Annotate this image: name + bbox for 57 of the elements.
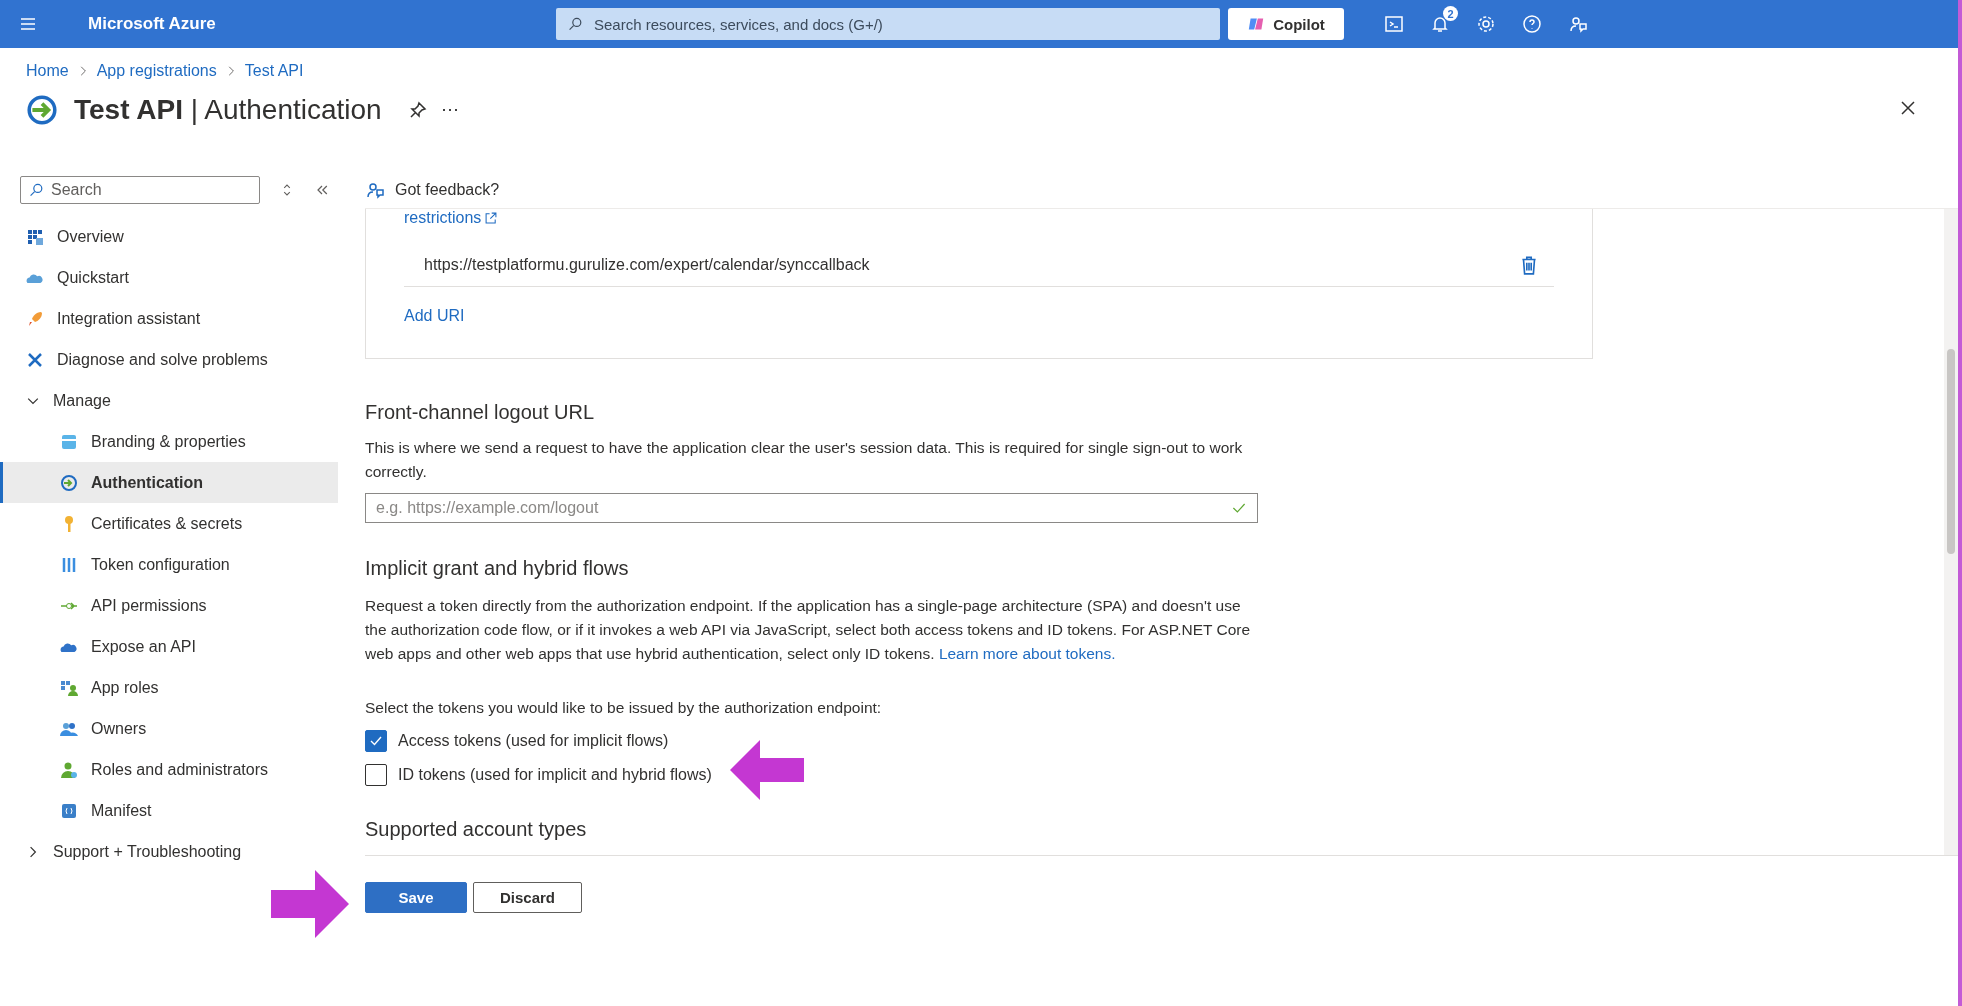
section-description: Request a token directly from the authorization endpoint. If the application has a single-page architecture (SPA) and doesn't use the authorization code flow, or if it invokes a web API via JavaScript, select both access tokens and ID tokens. For ASP.NET Core web apps and other web apps that use hybrid authentication, select only ID tokens. Learn more about tokens. — [365, 594, 1258, 666]
brand-name: Microsoft Azure — [88, 14, 217, 34]
checkbox-label: ID tokens (used for implicit and hybrid flows) — [398, 766, 712, 784]
nav-item[interactable]: API permissions — [0, 585, 338, 626]
terminal-icon — [1384, 14, 1404, 34]
feedback-icon — [365, 180, 385, 200]
nav-item[interactable]: Token configuration — [0, 544, 338, 585]
nav-item[interactable]: Owners — [0, 708, 338, 749]
section-heading: Implicit grant and hybrid flows — [365, 557, 630, 580]
checkbox[interactable] — [365, 764, 387, 786]
page-title: Test API | Authentication — [74, 94, 382, 126]
nav-group[interactable]: Manage — [0, 380, 338, 421]
nav-item[interactable]: Diagnose and solve problems — [0, 339, 338, 380]
logout-url-field[interactable]: e.g. https://example.com/logout — [365, 493, 1258, 523]
learn-more-link[interactable]: Learn more about tokens. — [938, 642, 1116, 666]
feedback-icon — [1568, 14, 1588, 34]
breadcrumb-link[interactable]: Test API — [244, 62, 304, 80]
sign-in-icon — [59, 472, 79, 493]
checkbox-label: Access tokens (used for implicit flows) — [398, 732, 669, 750]
nav-item[interactable]: Authentication — [0, 462, 338, 503]
settings-icon — [1476, 14, 1496, 34]
nav-item[interactable]: Manifest — [0, 790, 338, 831]
scrollbar[interactable] — [1944, 209, 1958, 855]
nav-item[interactable]: Certificates & secrets — [0, 503, 338, 544]
checkmark-icon — [369, 734, 383, 748]
sign-in-icon — [26, 94, 58, 126]
nav-item[interactable]: App roles — [0, 667, 338, 708]
nav-item[interactable]: Branding & properties — [0, 421, 338, 462]
restrictions-link[interactable]: restrictions — [404, 209, 499, 227]
copilot-button[interactable]: Copilot — [1228, 8, 1344, 40]
search-field[interactable]: Search — [20, 176, 260, 204]
breadcrumb-link[interactable]: App registrations — [96, 62, 217, 80]
nav-item[interactable]: Roles and administrators — [0, 749, 338, 790]
notification-count: 2 — [1443, 6, 1458, 21]
discard-button[interactable]: Discard — [473, 882, 582, 913]
nav-item[interactable]: Integration assistant — [0, 298, 338, 339]
nav-item[interactable]: Quickstart — [0, 257, 338, 298]
nav-group[interactable]: Support + Troubleshooting — [0, 831, 338, 872]
redirect-uri: https://testplatformu.gurulize.com/expert/calendar/synccallback — [424, 255, 870, 274]
breadcrumb-link[interactable]: Home — [26, 62, 69, 80]
pin-icon[interactable] — [407, 100, 428, 120]
search-icon — [568, 16, 584, 32]
external-link-icon — [484, 211, 499, 225]
section-description: This is where we send a request to have the application clear the user's session data. This is required for single sign-out to work correctly. — [365, 438, 1244, 482]
search-icon — [29, 182, 45, 198]
nav-item[interactable]: Overview — [0, 216, 338, 257]
save-button[interactable]: Save — [365, 882, 467, 913]
notifications-icon — [1430, 14, 1450, 34]
checkbox[interactable] — [365, 730, 387, 752]
section-heading: Supported account types — [365, 818, 588, 841]
search-field[interactable]: Search resources, services, and docs (G+/) — [556, 8, 1220, 40]
feedback-link[interactable]: Got feedback? — [365, 176, 500, 204]
help-icon — [1522, 14, 1542, 34]
section-heading: Front-channel logout URL — [365, 401, 595, 424]
nav-item[interactable]: Expose an API — [0, 626, 338, 667]
add-uri-link[interactable]: Add URI — [404, 307, 465, 325]
tokens-prompt: Select the tokens you would like to be issued by the authorization endpoint: — [365, 698, 882, 718]
